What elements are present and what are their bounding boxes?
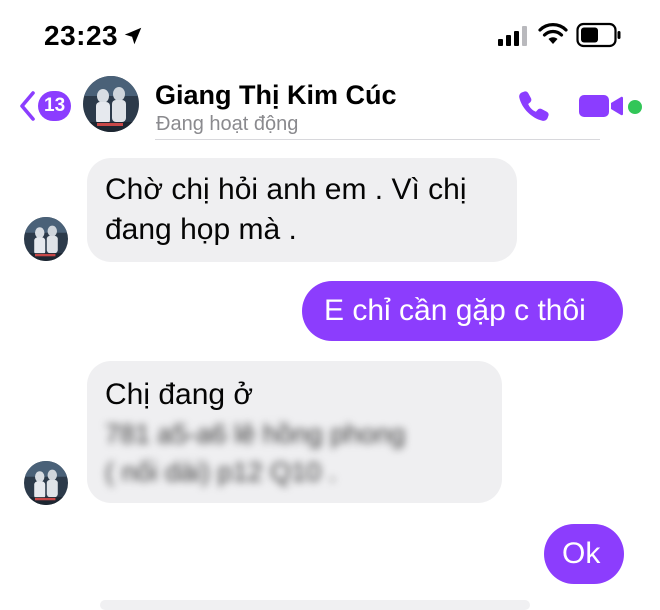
sender-avatar[interactable] [24,217,68,261]
chevron-left-icon [20,91,35,121]
avatar-image [24,217,68,261]
message-text: Chị đang ở [105,378,254,411]
contact-avatar[interactable] [83,76,139,132]
header-divider [155,139,600,140]
chat-header: 13 Giang Thị Kim Cúc Đang hoạt động [0,70,660,142]
phone-icon[interactable] [516,88,552,124]
avatar-image [83,76,139,132]
message-bubble-incoming[interactable]: Chị đang ở 781 a5-a6 lê hồng phong ( nối… [87,361,502,503]
battery-icon [576,22,621,48]
message-text: Chờ chị hỏi anh em . Vì chị [105,173,467,206]
message-text: E chỉ cần gặp c thôi [324,294,586,327]
status-bar: 23:23 [0,0,660,70]
location-arrow-icon [124,27,142,45]
avatar-image [24,461,68,505]
next-message-bubble-edge [100,600,530,610]
contact-active-status: Đang hoạt động [156,113,299,135]
video-camera-icon[interactable] [578,92,624,120]
online-indicator [628,100,642,114]
status-time: 23:23 [44,20,119,51]
cellular-signal-icon [498,26,527,46]
wifi-icon [538,23,568,44]
sender-avatar[interactable] [24,461,68,505]
blurred-address-text: ( nối dài) p12 Q10 . [105,457,337,487]
blurred-address-text: 781 a5-a6 lê hồng phong [105,419,406,449]
message-bubble-outgoing[interactable]: E chỉ cần gặp c thôi [302,281,623,341]
message-text: đang họp mà . [105,213,297,246]
unread-count-badge: 13 [38,91,72,121]
contact-name[interactable]: Giang Thị Kim Cúc [155,80,397,111]
message-text: Ok [562,537,601,570]
message-bubble-incoming[interactable]: Chờ chị hỏi anh em . Vì chị đang họp mà … [87,158,517,262]
message-bubble-outgoing[interactable]: Ok [544,524,624,584]
back-button[interactable]: 13 [18,88,72,124]
